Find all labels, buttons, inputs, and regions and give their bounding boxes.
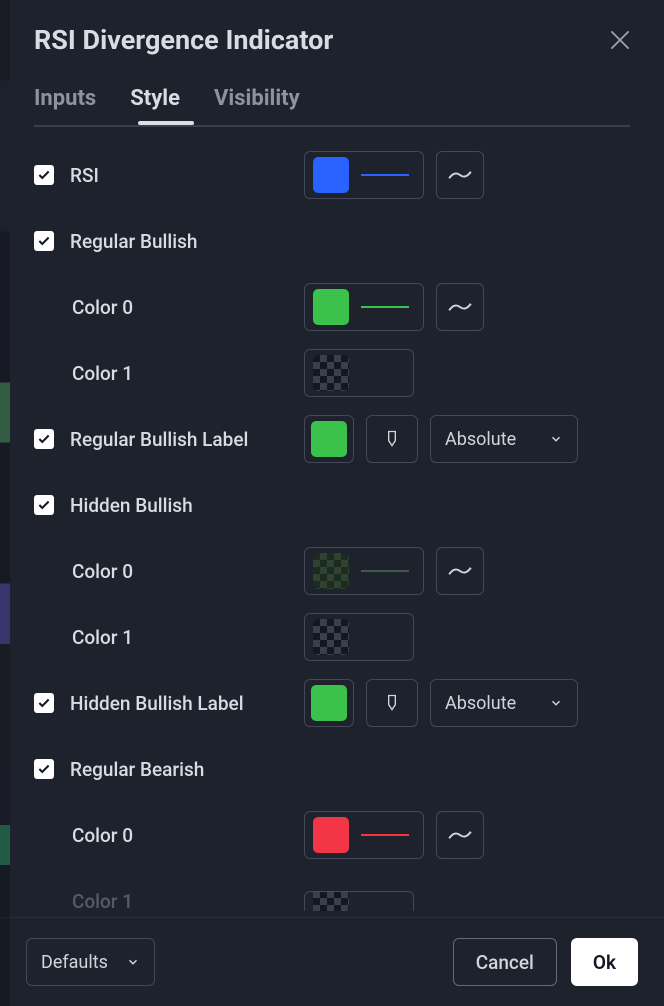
row-regular-bullish-color0: Color 0 — [34, 281, 630, 333]
active-tab-indicator — [138, 121, 194, 125]
marker-shape-button-reg-bull-label[interactable] — [366, 415, 418, 463]
row-hidden-bullish-color0: Color 0 — [34, 545, 630, 597]
row-hidden-bullish-color1: Color 1 — [34, 611, 630, 663]
label-regular-bearish: Regular Bearish — [70, 758, 204, 781]
checkbox-regular-bearish[interactable] — [34, 759, 54, 779]
color-swatch-hid-bull-c1 — [313, 619, 349, 655]
line-style-button-rsi[interactable] — [436, 151, 484, 199]
checkbox-hidden-bullish[interactable] — [34, 495, 54, 515]
line-preview-reg-bull-c0 — [361, 306, 409, 308]
label-hidden-bullish-label: Hidden Bullish Label — [70, 692, 244, 715]
row-regular-bearish-color0: Color 0 — [34, 809, 630, 861]
label-regular-bearish-color1: Color 1 — [34, 890, 133, 913]
position-select-value: Absolute — [445, 429, 516, 450]
ok-button[interactable]: Ok — [571, 938, 638, 986]
chevron-down-icon — [549, 432, 563, 446]
line-preview-reg-bear-c0 — [361, 834, 409, 836]
label-hidden-bullish: Hidden Bullish — [70, 494, 193, 517]
color-line-picker-hid-bull-c0[interactable] — [304, 547, 424, 595]
color-picker-reg-bull-label[interactable] — [304, 415, 354, 463]
color-swatch-hid-bull-label — [311, 685, 347, 721]
label-hidden-bullish-color1: Color 1 — [34, 626, 133, 649]
position-select-value: Absolute — [445, 693, 516, 714]
style-content: RSI Regular Bullish — [0, 127, 664, 917]
label-regular-bullish-color1: Color 1 — [34, 362, 133, 385]
color-line-picker-reg-bull-c0[interactable] — [304, 283, 424, 331]
checkbox-regular-bullish[interactable] — [34, 231, 54, 251]
line-preview-hid-bull-c0 — [361, 570, 409, 572]
position-select-reg-bull-label[interactable]: Absolute — [430, 415, 578, 463]
line-preview-rsi — [361, 174, 409, 176]
row-regular-bearish-color1: Color 1 — [34, 875, 630, 917]
cancel-button[interactable]: Cancel — [453, 938, 557, 986]
color-swatch-reg-bear-c1 — [313, 891, 349, 911]
dialog-title: RSI Divergence Indicator — [34, 24, 333, 56]
marker-shape-button-hid-bull-label[interactable] — [366, 679, 418, 727]
defaults-label: Defaults — [41, 952, 108, 973]
row-regular-bullish-label: Regular Bullish Label Absolute — [34, 413, 630, 465]
color-line-picker-reg-bear-c0[interactable] — [304, 811, 424, 859]
color-swatch-reg-bull-label — [311, 421, 347, 457]
row-regular-bullish-color1: Color 1 — [34, 347, 630, 399]
ok-label: Ok — [593, 951, 616, 974]
row-rsi: RSI — [34, 149, 630, 201]
row-regular-bullish: Regular Bullish — [34, 215, 630, 267]
label-rsi: RSI — [70, 164, 99, 187]
checkbox-rsi[interactable] — [34, 165, 54, 185]
color-swatch-reg-bull-c1 — [313, 355, 349, 391]
label-regular-bearish-color0: Color 0 — [34, 824, 133, 847]
dialog-header: RSI Divergence Indicator — [0, 0, 664, 64]
label-regular-bullish: Regular Bullish — [70, 230, 197, 253]
color-picker-reg-bull-c1[interactable] — [304, 349, 414, 397]
line-style-button-hid-bull-c0[interactable] — [436, 547, 484, 595]
color-line-picker-rsi[interactable] — [304, 151, 424, 199]
color-picker-hid-bull-label[interactable] — [304, 679, 354, 727]
label-regular-bullish-color0: Color 0 — [34, 296, 133, 319]
checkbox-regular-bullish-label[interactable] — [34, 429, 54, 449]
color-picker-reg-bear-c1[interactable] — [304, 891, 414, 911]
line-style-button-reg-bear-c0[interactable] — [436, 811, 484, 859]
label-hidden-bullish-color0: Color 0 — [34, 560, 133, 583]
line-style-button-reg-bull-c0[interactable] — [436, 283, 484, 331]
chevron-down-icon — [126, 955, 140, 969]
tabs: Inputs Style Visibility — [0, 64, 664, 125]
tab-style[interactable]: Style — [130, 86, 180, 125]
close-icon[interactable] — [606, 26, 634, 54]
cancel-label: Cancel — [476, 951, 534, 974]
position-select-hid-bull-label[interactable]: Absolute — [430, 679, 578, 727]
row-hidden-bullish-label: Hidden Bullish Label Absolute — [34, 677, 630, 729]
dialog-footer: Defaults Cancel Ok — [0, 917, 664, 1006]
indicator-settings-dialog: RSI Divergence Indicator Inputs Style Vi… — [0, 0, 664, 1006]
color-picker-hid-bull-c1[interactable] — [304, 613, 414, 661]
checkbox-hidden-bullish-label[interactable] — [34, 693, 54, 713]
row-hidden-bullish: Hidden Bullish — [34, 479, 630, 531]
tab-visibility[interactable]: Visibility — [214, 86, 300, 125]
color-swatch-rsi — [313, 157, 349, 193]
color-swatch-hid-bull-c0 — [313, 553, 349, 589]
defaults-button[interactable]: Defaults — [26, 938, 155, 986]
color-swatch-reg-bull-c0 — [313, 289, 349, 325]
tab-inputs[interactable]: Inputs — [34, 86, 96, 125]
row-regular-bearish: Regular Bearish — [34, 743, 630, 795]
color-swatch-reg-bear-c0 — [313, 817, 349, 853]
chevron-down-icon — [549, 696, 563, 710]
label-regular-bullish-label: Regular Bullish Label — [70, 428, 248, 451]
